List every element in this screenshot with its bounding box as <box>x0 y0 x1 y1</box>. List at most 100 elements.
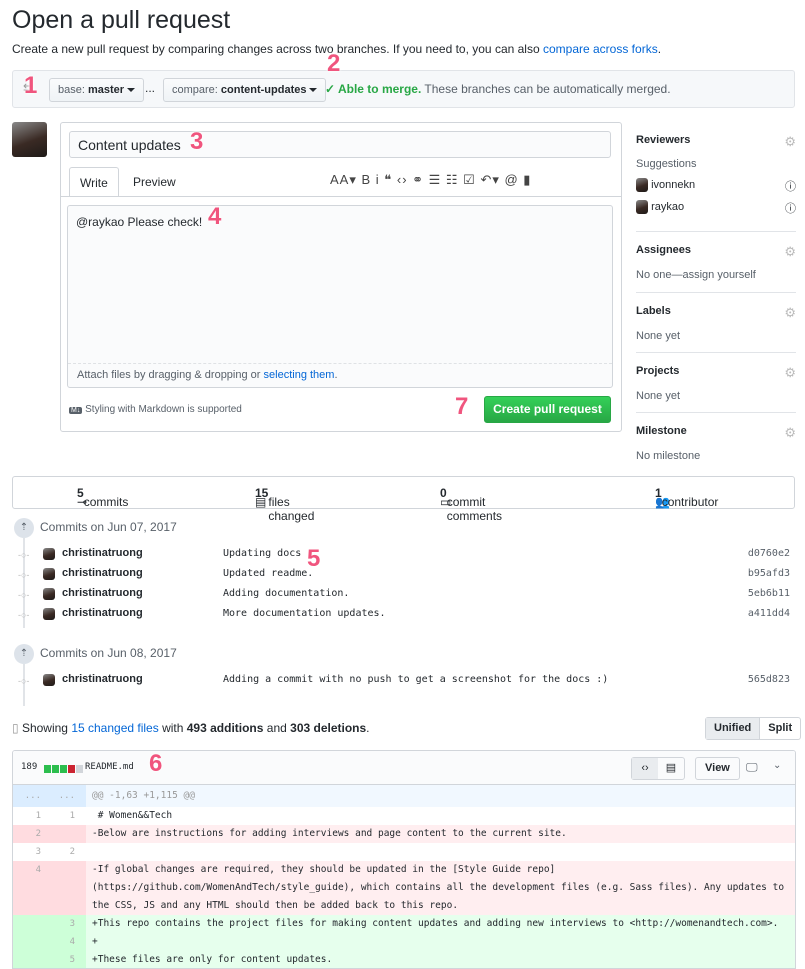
annotation-badge: 1 <box>24 72 38 99</box>
old-line-number[interactable]: 2 <box>13 825 41 843</box>
view-file-button[interactable]: View <box>695 757 740 780</box>
commit-author[interactable]: christinatruong <box>62 607 143 619</box>
new-line-number[interactable]: 1 <box>47 807 75 825</box>
commit-dot-icon: -○- <box>18 676 30 686</box>
old-line-number[interactable]: 1 <box>13 807 41 825</box>
commit-message[interactable]: Updated readme. <box>223 568 313 579</box>
commit-message[interactable]: Adding documentation. <box>223 588 349 599</box>
select-files-link[interactable]: selecting them <box>264 369 335 381</box>
diff-code: +This repo contains the project files fo… <box>92 918 779 929</box>
gear-icon[interactable]: ⚙ <box>784 365 796 381</box>
commit-group-icon: ⇡ <box>14 518 34 538</box>
new-line-number[interactable]: 5 <box>47 951 75 968</box>
unified-button[interactable]: Unified <box>706 718 761 739</box>
new-line-number[interactable]: 2 <box>47 843 75 861</box>
pr-title-input[interactable]: Content updates <box>69 131 611 158</box>
new-line-number[interactable]: 3 <box>47 915 75 933</box>
assignees-section: Assignees ⚙ No one—assign yourself <box>636 244 796 281</box>
commit-author[interactable]: christinatruong <box>62 587 143 599</box>
merge-status: ✓ Able to merge. These branches can be a… <box>325 82 671 96</box>
commit-sha[interactable]: 5eb6b11 <box>748 588 790 599</box>
commit-sha[interactable]: b95afd3 <box>748 568 790 579</box>
info-icon: ⓘ <box>785 181 796 193</box>
gear-icon[interactable]: ⚙ <box>784 244 796 260</box>
gear-icon[interactable]: ⚙ <box>784 425 796 441</box>
commit-row: -○- christinatruong Adding documentation. 5… <box>18 585 793 605</box>
pr-body-textarea[interactable]: @raykao Please check! Attach files by dr… <box>67 205 613 388</box>
diff-summary: ▯ Showing 15 changed files with 493 addi… <box>12 721 370 735</box>
commit-author[interactable]: christinatruong <box>62 567 143 579</box>
reviewer-suggestion[interactable]: ivonnekn ⓘ <box>636 178 796 193</box>
annotation-badge: 3 <box>190 128 204 155</box>
labels-section: Labels ⚙ None yet <box>636 305 796 342</box>
gear-icon[interactable]: ⚙ <box>784 134 796 150</box>
commit-sha[interactable]: a411dd4 <box>748 608 790 619</box>
comments-tab[interactable]: ▭ 0 commit comments <box>440 486 502 523</box>
chevron-down-icon[interactable]: ⌄ <box>773 760 781 771</box>
old-line-number[interactable]: 3 <box>13 843 41 861</box>
commit-message[interactable]: Updating docs <box>223 548 301 559</box>
compare-branch-select[interactable]: compare: content-updates <box>163 78 327 102</box>
file-icon: ▯ <box>12 721 19 735</box>
file-name[interactable]: README.md <box>85 762 134 772</box>
commit-group-header: ⇡ Commits on Jun 07, 2017 <box>14 518 177 538</box>
diff-code: -Below are instructions for adding inter… <box>92 828 567 839</box>
reviewers-section: Reviewers ⚙ Suggestions ivonnekn ⓘ raykao ⓘ <box>636 134 796 215</box>
annotation-badge: 4 <box>208 203 222 230</box>
annotation-badge: 7 <box>455 393 469 420</box>
diff-line: 5 +These files are only for content updat… <box>13 951 795 968</box>
files-tab[interactable]: ▤ 15 files changed <box>255 486 314 523</box>
file-header: 189 README.md ‹› ▤ View 🖵 ⌄ <box>13 751 795 785</box>
diff-view-toggle: Unified Split <box>705 717 802 740</box>
markdown-toolbar[interactable]: AA▾ B i ❝ ‹› ⚭ ☰ ☷ ☑ ↶▾ @ ▮ <box>330 172 531 188</box>
markdown-note[interactable]: M↓ Styling with Markdown is supported <box>69 404 242 415</box>
commit-row: -○- christinatruong More documentation upd… <box>18 605 793 625</box>
diff-line: 32 <box>13 843 795 861</box>
diff-line: 3 +This repo contains the project files f… <box>13 915 795 933</box>
diff-code: -If global changes are required, they sh… <box>92 864 790 911</box>
commit-author[interactable]: christinatruong <box>62 673 143 685</box>
commit-row: -○- christinatruong Updating docs d0760e2 <box>18 545 793 565</box>
compare-bar: ⇆ base: master ... compare: content-upda… <box>12 70 795 108</box>
ellipsis: ... <box>145 81 156 95</box>
change-count: 189 <box>21 762 38 772</box>
base-branch-select[interactable]: base: master <box>49 78 145 102</box>
compare-forks-link[interactable]: compare across forks <box>543 42 658 56</box>
attach-files[interactable]: Attach files by dragging & dropping or s… <box>68 363 612 387</box>
diff-code: + <box>92 936 98 947</box>
author-avatar <box>43 548 55 560</box>
changed-files-link[interactable]: 15 changed files <box>71 721 158 735</box>
info-icon: ⓘ <box>785 203 796 215</box>
commit-sha[interactable]: 565d823 <box>748 674 790 685</box>
commits-tab[interactable]: ⊸ 5 commits <box>77 486 128 509</box>
diff-code: # Women&&Tech <box>92 810 173 821</box>
rich-diff-icon[interactable]: ▤ <box>658 758 684 779</box>
commit-group-header: ⇡ Commits on Jun 08, 2017 <box>14 644 177 664</box>
commit-sha[interactable]: d0760e2 <box>748 548 790 559</box>
tab-write[interactable]: Write <box>69 167 119 197</box>
commit-message[interactable]: More documentation updates. <box>223 608 386 619</box>
commit-author[interactable]: christinatruong <box>62 547 143 559</box>
source-view-icon[interactable]: ‹› <box>632 758 658 779</box>
diff-line: 4 + <box>13 933 795 951</box>
desktop-icon[interactable]: 🖵 <box>746 760 758 775</box>
projects-section: Projects ⚙ None yet <box>636 365 796 402</box>
hunk-header: ...... @@ -1,63 +1,115 @@ <box>13 785 795 807</box>
user-avatar <box>12 122 47 157</box>
author-avatar <box>43 588 55 600</box>
contributors-tab[interactable]: 👥 1 contributor <box>655 486 718 509</box>
annotation-badge: 2 <box>327 50 341 77</box>
tab-preview[interactable]: Preview <box>123 167 186 197</box>
new-line-number[interactable]: 4 <box>47 933 75 951</box>
create-pull-request-button[interactable]: Create pull request <box>484 396 611 423</box>
file-diff-icon: ▤ <box>255 495 267 509</box>
author-avatar <box>43 568 55 580</box>
old-line-number[interactable]: 4 <box>13 861 41 879</box>
diff-code: +These files are only for content update… <box>92 954 333 965</box>
commit-message[interactable]: Adding a commit with no push to get a sc… <box>223 674 608 685</box>
gear-icon[interactable]: ⚙ <box>784 305 796 321</box>
author-avatar <box>43 608 55 620</box>
reviewer-suggestion[interactable]: raykao ⓘ <box>636 200 796 215</box>
split-button[interactable]: Split <box>760 718 800 739</box>
diffstat-bar <box>44 761 84 775</box>
